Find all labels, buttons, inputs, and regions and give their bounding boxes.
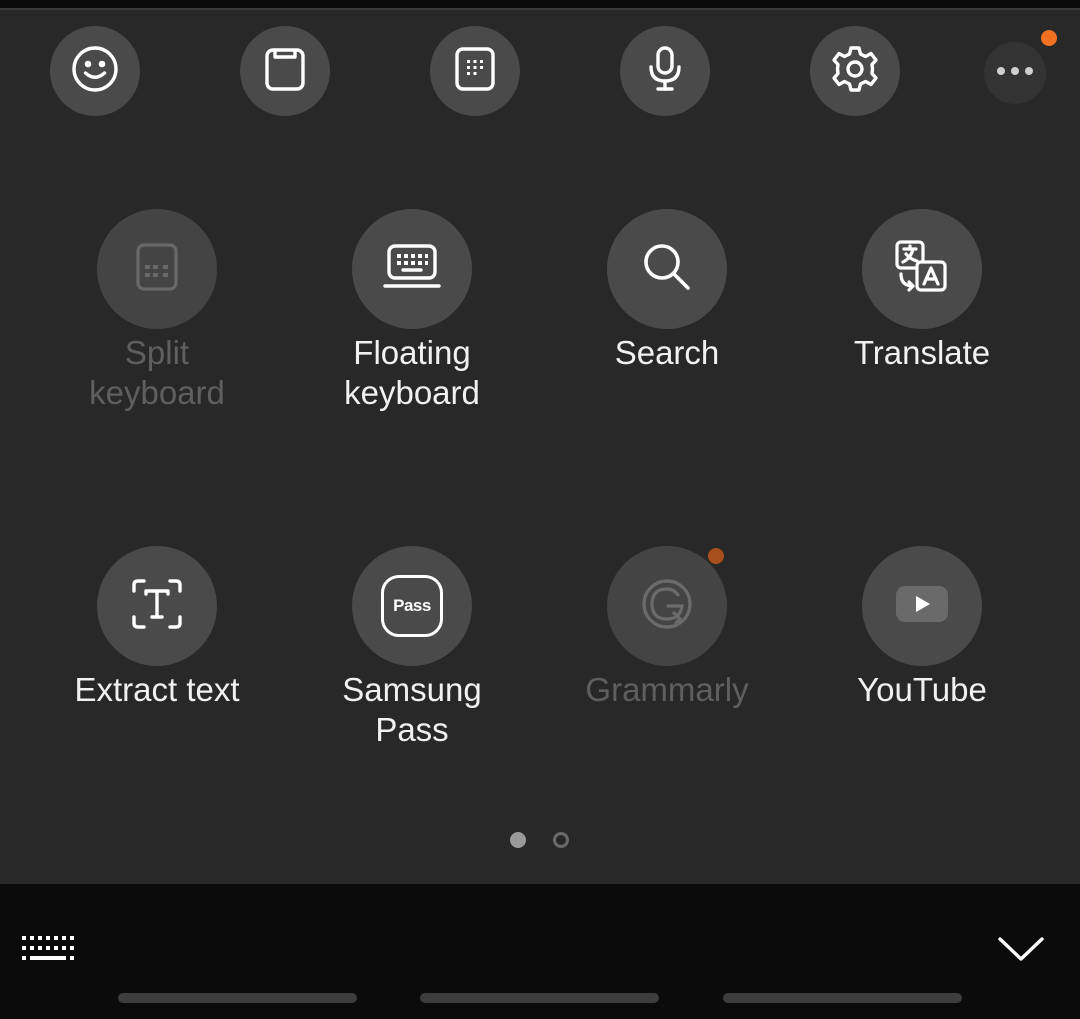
translate-button[interactable] bbox=[862, 209, 982, 329]
grammarly-button[interactable] bbox=[607, 546, 727, 666]
grammarly-badge bbox=[708, 548, 724, 564]
gear-icon bbox=[829, 43, 881, 100]
translate-icon bbox=[891, 236, 953, 303]
extract-text-button[interactable] bbox=[97, 546, 217, 666]
samsung-pass-icon: Pass bbox=[381, 575, 443, 637]
tool-label: Extract text bbox=[74, 671, 240, 708]
tool-label: Samsung Pass bbox=[342, 671, 482, 748]
nav-handle-left[interactable] bbox=[118, 993, 357, 1003]
keypad-icon bbox=[449, 43, 501, 100]
search-icon bbox=[636, 236, 698, 303]
tool-label: Search bbox=[614, 334, 720, 371]
nav-handle-right[interactable] bbox=[723, 993, 962, 1003]
youtube-button[interactable] bbox=[862, 546, 982, 666]
more-options-button[interactable] bbox=[984, 42, 1046, 104]
bottom-bar bbox=[0, 884, 1080, 1019]
tool-label: Floating keyboard bbox=[344, 334, 480, 411]
floating-keyboard-button[interactable] bbox=[352, 209, 472, 329]
emoji-button[interactable] bbox=[50, 26, 140, 116]
extract-text-icon bbox=[126, 573, 188, 640]
clipboard-button[interactable] bbox=[240, 26, 330, 116]
more-dots-icon bbox=[991, 61, 1039, 86]
youtube-icon bbox=[891, 573, 953, 640]
tool-label: Translate bbox=[853, 334, 991, 371]
tool-label: YouTube bbox=[857, 671, 987, 708]
nav-handle-center[interactable] bbox=[420, 993, 659, 1003]
keyboard-icon[interactable] bbox=[20, 934, 76, 968]
notification-badge bbox=[1041, 30, 1057, 46]
emoji-icon bbox=[69, 43, 121, 100]
tool-label: Grammarly bbox=[585, 671, 749, 708]
floating-keyboard-icon bbox=[381, 236, 443, 303]
search-button[interactable] bbox=[607, 209, 727, 329]
keyboard-toolbar-panel: Split keyboard Floating keyboard Search … bbox=[0, 10, 1080, 884]
clipboard-icon bbox=[259, 43, 311, 100]
split-keyboard-button[interactable] bbox=[97, 209, 217, 329]
settings-button[interactable] bbox=[810, 26, 900, 116]
page-dot-active[interactable] bbox=[510, 832, 526, 848]
chevron-down-icon[interactable] bbox=[996, 934, 1046, 964]
keypad-button[interactable] bbox=[430, 26, 520, 116]
top-edge bbox=[0, 0, 1080, 10]
tool-label: Split keyboard bbox=[89, 334, 225, 411]
page-indicator bbox=[0, 832, 1080, 850]
page-dot[interactable] bbox=[553, 832, 569, 848]
microphone-icon bbox=[639, 43, 691, 100]
grammarly-icon bbox=[636, 573, 698, 640]
voice-input-button[interactable] bbox=[620, 26, 710, 116]
split-keyboard-icon bbox=[126, 236, 188, 303]
samsung-pass-icon-text: Pass bbox=[393, 596, 431, 615]
samsung-pass-button[interactable]: Pass bbox=[352, 546, 472, 666]
